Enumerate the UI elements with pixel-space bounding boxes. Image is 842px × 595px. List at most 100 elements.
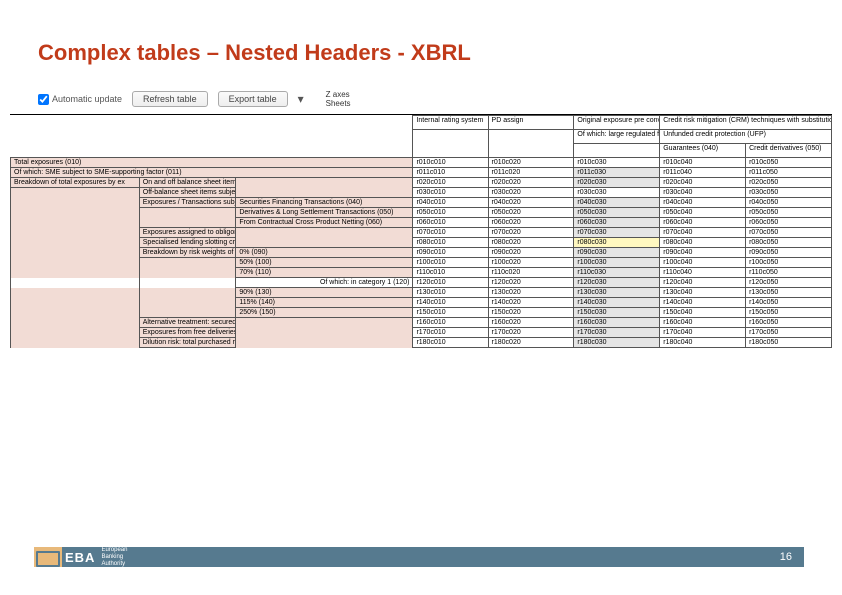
cell[interactable]: r140c010	[413, 298, 488, 308]
cell[interactable]: r140c050	[746, 298, 832, 308]
cell[interactable]: r020c050	[746, 178, 832, 188]
cell[interactable]: r160c020	[488, 318, 574, 328]
cell[interactable]: r170c010	[413, 328, 488, 338]
cell[interactable]: r030c040	[660, 188, 746, 198]
cell[interactable]: r020c020	[488, 178, 574, 188]
cell[interactable]: r170c030	[574, 328, 660, 338]
cell[interactable]: r100c030	[574, 258, 660, 268]
cell[interactable]: r110c040	[660, 268, 746, 278]
cell[interactable]: r010c040	[660, 158, 746, 168]
cell[interactable]: r090c040	[660, 248, 746, 258]
cell[interactable]: r060c030	[574, 218, 660, 228]
auto-update-checkbox[interactable]: Automatic update	[38, 94, 122, 105]
cell[interactable]: r070c040	[660, 228, 746, 238]
cell[interactable]: r070c030	[574, 228, 660, 238]
cell[interactable]: r030c030	[574, 188, 660, 198]
cell[interactable]: r040c030	[574, 198, 660, 208]
cell[interactable]: r010c030	[574, 158, 660, 168]
refresh-button[interactable]: Refresh table	[132, 91, 208, 107]
cell[interactable]: r140c020	[488, 298, 574, 308]
cell[interactable]: r130c020	[488, 288, 574, 298]
cell[interactable]: r130c030	[574, 288, 660, 298]
cell[interactable]: r090c050	[746, 248, 832, 258]
export-button[interactable]: Export table	[218, 91, 288, 107]
cell[interactable]: r150c050	[746, 308, 832, 318]
cell[interactable]: r030c010	[413, 188, 488, 198]
cell[interactable]: r020c030	[574, 178, 660, 188]
cell[interactable]: r160c050	[746, 318, 832, 328]
cell[interactable]: r080c020	[488, 238, 574, 248]
cell[interactable]: r040c010	[413, 198, 488, 208]
cell[interactable]: r150c030	[574, 308, 660, 318]
cell[interactable]: r170c050	[746, 328, 832, 338]
cell[interactable]: r060c010	[413, 218, 488, 228]
dropdown-caret-icon[interactable]: ▾	[298, 92, 304, 106]
cell[interactable]: r160c010	[413, 318, 488, 328]
cell[interactable]: r120c030	[574, 278, 660, 288]
cell[interactable]: r180c030	[574, 338, 660, 348]
cell[interactable]: r040c050	[746, 198, 832, 208]
cell[interactable]: r110c020	[488, 268, 574, 278]
cell[interactable]: r080c040	[660, 238, 746, 248]
cell[interactable]: r010c010	[413, 158, 488, 168]
cell[interactable]: r060c040	[660, 218, 746, 228]
cell[interactable]: r040c020	[488, 198, 574, 208]
cell[interactable]: r011c010	[413, 168, 488, 178]
auto-update-input[interactable]	[38, 94, 49, 105]
cell[interactable]: r150c020	[488, 308, 574, 318]
cell[interactable]: r020c040	[660, 178, 746, 188]
cell[interactable]: r070c050	[746, 228, 832, 238]
cell[interactable]: r050c030	[574, 208, 660, 218]
cell[interactable]: r180c010	[413, 338, 488, 348]
cell[interactable]: r140c040	[660, 298, 746, 308]
cell[interactable]: r050c050	[746, 208, 832, 218]
cell[interactable]: r130c040	[660, 288, 746, 298]
cell[interactable]: r150c010	[413, 308, 488, 318]
cell[interactable]: r110c030	[574, 268, 660, 278]
cell[interactable]: r040c040	[660, 198, 746, 208]
cell[interactable]: r160c030	[574, 318, 660, 328]
cell[interactable]: r070c020	[488, 228, 574, 238]
cell[interactable]: r080c010	[413, 238, 488, 248]
cell[interactable]: r050c040	[660, 208, 746, 218]
cell[interactable]: r120c010	[413, 278, 488, 288]
cell[interactable]: r060c020	[488, 218, 574, 228]
cell[interactable]: r100c050	[746, 258, 832, 268]
cell[interactable]: r170c040	[660, 328, 746, 338]
cell[interactable]: r170c020	[488, 328, 574, 338]
cell[interactable]: r080c030	[574, 238, 660, 248]
cell[interactable]: r010c020	[488, 158, 574, 168]
cell[interactable]: r060c050	[746, 218, 832, 228]
cell[interactable]: r100c010	[413, 258, 488, 268]
cell[interactable]: r180c050	[746, 338, 832, 348]
cell[interactable]: r090c010	[413, 248, 488, 258]
cell[interactable]: r120c020	[488, 278, 574, 288]
cell[interactable]: r030c050	[746, 188, 832, 198]
cell[interactable]: r140c030	[574, 298, 660, 308]
cell[interactable]: r100c040	[660, 258, 746, 268]
cell[interactable]: r011c040	[660, 168, 746, 178]
cell[interactable]: r150c040	[660, 308, 746, 318]
cell[interactable]: r110c010	[413, 268, 488, 278]
cell[interactable]: r011c030	[574, 168, 660, 178]
cell[interactable]: r011c020	[488, 168, 574, 178]
cell[interactable]: r070c010	[413, 228, 488, 238]
cell[interactable]: r100c020	[488, 258, 574, 268]
cell[interactable]: r050c020	[488, 208, 574, 218]
cell[interactable]: r050c010	[413, 208, 488, 218]
cell[interactable]: r030c020	[488, 188, 574, 198]
cell[interactable]: r110c050	[746, 268, 832, 278]
cell[interactable]: r120c040	[660, 278, 746, 288]
cell[interactable]: r130c050	[746, 288, 832, 298]
cell[interactable]: r080c050	[746, 238, 832, 248]
cell[interactable]: r090c030	[574, 248, 660, 258]
cell[interactable]: r090c020	[488, 248, 574, 258]
cell[interactable]: r130c010	[413, 288, 488, 298]
cell[interactable]: r180c040	[660, 338, 746, 348]
cell[interactable]: r011c050	[746, 168, 832, 178]
cell[interactable]: r010c050	[746, 158, 832, 168]
cell[interactable]: r180c020	[488, 338, 574, 348]
cell[interactable]: r020c010	[413, 178, 488, 188]
cell[interactable]: r120c050	[746, 278, 832, 288]
cell[interactable]: r160c040	[660, 318, 746, 328]
